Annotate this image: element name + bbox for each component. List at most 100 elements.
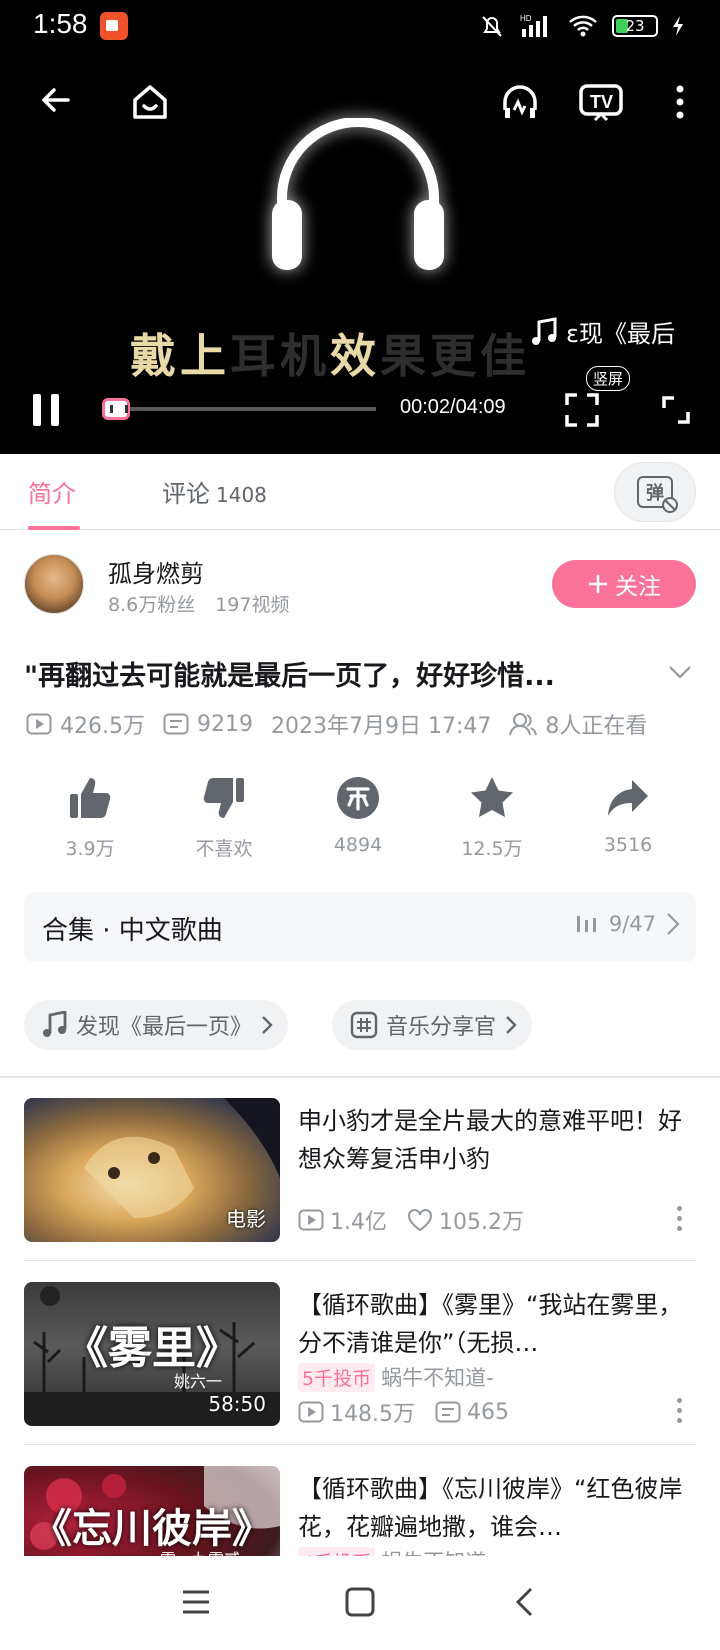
list-divider	[24, 1260, 696, 1261]
video-thumbnail[interactable]: 《雾里》 姚六一 58:50	[24, 1282, 280, 1426]
recommendation-meta: 1.4亿 105.2万	[298, 1204, 524, 1236]
home-button[interactable]	[128, 80, 172, 124]
danmaku-toggle-button[interactable]: 弹	[614, 462, 696, 522]
svg-text:HD: HD	[520, 14, 532, 23]
nav-menu-button[interactable]	[176, 1582, 216, 1622]
play-count-icon	[26, 713, 52, 735]
listen-mode-button[interactable]	[498, 80, 542, 124]
dislike-button[interactable]: 不喜欢	[164, 774, 284, 861]
more-options-button[interactable]	[668, 80, 692, 124]
chevron-right-icon	[667, 913, 680, 935]
playback-time: 00:02/04:09	[400, 396, 506, 418]
list-item[interactable]: 《雾里》 姚六一 58:50 【循环歌曲】《雾里》“我站在雾里，分不清谁是你”（…	[24, 1282, 696, 1427]
star-icon	[471, 777, 513, 817]
recommendation-title: 【循环歌曲】《雾里》“我站在雾里，分不清谁是你”（无损…	[298, 1291, 683, 1357]
coin-icon	[337, 777, 379, 819]
section-divider	[0, 1076, 720, 1078]
follow-button[interactable]: 关注	[552, 560, 696, 608]
headphones-artwork-icon	[272, 118, 444, 270]
share-button[interactable]: 3516	[568, 774, 688, 856]
plus-icon	[589, 575, 607, 593]
tab-comments[interactable]: 评论 1408	[162, 474, 267, 509]
collection-title: 合集 · 中文歌曲	[42, 916, 223, 946]
more-options-icon[interactable]	[676, 1398, 682, 1424]
recommendation-author-row: 4千投币 蜗牛不知道-	[298, 1546, 494, 1556]
home-icon	[133, 85, 167, 119]
expand-icon	[662, 396, 690, 424]
uploader-stats: 8.6万粉丝 197视频	[108, 590, 289, 617]
playlist-bars-icon	[576, 916, 596, 932]
recommendation-author: 蜗牛不知道-	[381, 1366, 494, 1390]
heart-icon	[408, 1209, 432, 1232]
list-divider	[24, 1444, 696, 1445]
square-home-icon	[345, 1587, 375, 1617]
thumb-up-icon	[70, 778, 111, 818]
more-options-icon[interactable]	[676, 1206, 682, 1232]
video-player[interactable]: 1:58 HD 23 TV 戴上耳机效果更佳 ɛ现《最后 竖屏 00:02/04…	[0, 0, 720, 454]
coin-tag: 4千投币	[298, 1546, 376, 1556]
lyric-text-faded-2: 果更佳	[380, 329, 530, 383]
recommendation-title: 【循环歌曲】《忘川彼岸》“红色彼岸花，花瓣遍地撒，谁会…	[298, 1475, 683, 1541]
thumbnail-subtitle: 零一九零贰	[160, 1546, 240, 1556]
action-bar: 3.9万 不喜欢 4894 12.5万 3516	[0, 774, 720, 864]
video-title[interactable]: "再翻过去可能就是最后一页了，好好珍惜...	[24, 654, 644, 693]
list-item[interactable]: 《忘川彼岸》 零一九零贰 【循环歌曲】《忘川彼岸》“红色彼岸花，花瓣遍地撒，谁会…	[24, 1466, 696, 1556]
nav-home-button[interactable]	[340, 1582, 380, 1622]
video-thumbnail[interactable]: 《忘川彼岸》 零一九零贰	[24, 1466, 280, 1556]
video-duration: 58:50	[208, 1392, 266, 1416]
uploader-name[interactable]: 孤身燃剪	[108, 554, 204, 589]
pause-button[interactable]	[28, 390, 64, 430]
tab-intro[interactable]: 简介	[28, 474, 76, 509]
chevron-down-icon[interactable]	[668, 660, 692, 684]
uploader-video-count: 197视频	[215, 594, 290, 616]
list-item[interactable]: 电影 申小豹才是全片最大的意难平吧！好想众筹复活申小豹 1.4亿 105.2万	[24, 1098, 696, 1242]
nav-back-button[interactable]	[504, 1582, 544, 1622]
back-chevron-icon	[515, 1587, 533, 1617]
recommendation-views: 148.5万	[330, 1402, 415, 1427]
favorite-button[interactable]: 12.5万	[432, 774, 552, 861]
coin-button[interactable]: 4894	[298, 774, 418, 856]
cast-tv-button[interactable]: TV	[578, 80, 624, 124]
content-tabs: 简介 评论 1408 弹	[0, 454, 720, 530]
back-arrow-icon	[42, 88, 70, 112]
recommendation-title: 申小豹才是全片最大的意难平吧！好想众筹复活申小豹	[298, 1107, 682, 1173]
wifi-icon	[569, 15, 597, 37]
music-tag[interactable]: ɛ现《最后	[530, 314, 675, 349]
danmaku-count-icon	[163, 713, 189, 735]
uploader-fans: 8.6万粉丝	[108, 594, 196, 616]
back-button[interactable]	[36, 80, 76, 120]
portrait-fullscreen-button[interactable]	[562, 390, 602, 430]
avatar[interactable]	[24, 554, 84, 614]
tv-cast-icon: TV	[579, 84, 623, 122]
system-nav-bar	[0, 1556, 720, 1650]
progress-bar[interactable]	[108, 407, 376, 411]
portrait-mode-badge[interactable]: 竖屏	[586, 366, 631, 391]
play-count-icon	[298, 1209, 324, 1231]
publish-date: 2023年7月9日 17:47	[270, 714, 492, 739]
follow-label: 关注	[615, 574, 661, 600]
video-thumbnail[interactable]: 电影	[24, 1098, 280, 1242]
music-note-icon	[532, 316, 557, 345]
tag-chip-topic[interactable]: 音乐分享官	[332, 1000, 533, 1050]
tag-chip-music[interactable]: 发现《最后一页》	[24, 1000, 289, 1050]
comment-count: 1408	[216, 483, 267, 507]
viewers-icon	[509, 713, 538, 736]
progress-thumb[interactable]	[102, 398, 130, 420]
fullscreen-corners-icon	[565, 393, 599, 427]
danmaku-count-icon	[435, 1401, 461, 1423]
chevron-right-icon	[506, 1016, 517, 1034]
headphones-wave-icon	[503, 85, 537, 118]
fullscreen-button[interactable]	[656, 390, 696, 430]
music-note-icon	[43, 1011, 67, 1037]
recommendation-author-row: 5千投币 蜗牛不知道-	[298, 1362, 494, 1392]
view-count: 426.5万	[60, 714, 145, 739]
lyric-text-2: 效	[330, 329, 380, 383]
svg-text:TV: TV	[590, 92, 613, 112]
like-button[interactable]: 3.9万	[30, 774, 150, 861]
danmaku-count: 9219	[196, 711, 253, 737]
thumb-down-icon	[203, 778, 244, 818]
collection-bar[interactable]: 合集 · 中文歌曲 9/47	[24, 892, 696, 962]
pause-icon	[33, 394, 59, 426]
menu-icon	[183, 1590, 209, 1614]
recommendation-views: 1.4亿	[330, 1210, 387, 1235]
